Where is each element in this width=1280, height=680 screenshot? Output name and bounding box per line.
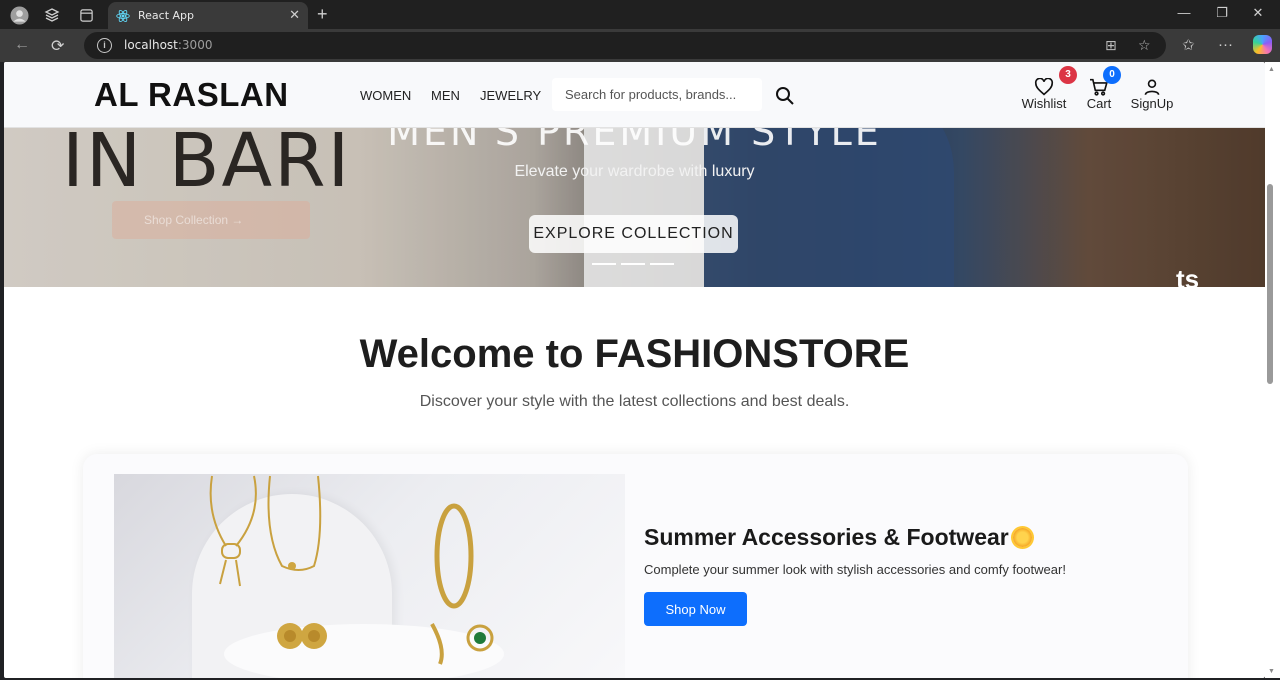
tab-react-app[interactable]: React App ✕: [108, 2, 308, 29]
favorite-star-icon[interactable]: ☆: [1138, 37, 1151, 54]
shop-now-button[interactable]: Shop Now: [644, 592, 747, 626]
search-icon[interactable]: [775, 86, 795, 106]
app-available-icon[interactable]: ⊞: [1105, 37, 1117, 54]
window-close-icon[interactable]: ✕: [1243, 5, 1273, 21]
reload-icon[interactable]: ⟳: [51, 36, 64, 56]
cart-label: Cart: [1086, 96, 1112, 111]
url-field[interactable]: i localhost:3000 ⊞ ☆: [84, 32, 1166, 59]
minimize-icon[interactable]: —: [1169, 5, 1199, 20]
favorites-icon[interactable]: ✩: [1182, 36, 1195, 54]
site-navbar: AL RASLAN WOMEN MEN JEWELRY Search for p…: [4, 62, 1265, 128]
page-viewport: IN BARI Shop Collection → MEN'S PREMIUM …: [4, 62, 1265, 678]
cart-count-badge: 0: [1103, 66, 1121, 84]
hero-background-button: Shop Collection →: [112, 201, 310, 239]
url-text: localhost:3000: [124, 38, 213, 52]
page-title: Welcome to FASHIONSTORE: [359, 332, 910, 376]
promo-description: Complete your summer look with stylish a…: [644, 562, 1066, 577]
user-icon: [1129, 72, 1175, 96]
site-info-icon[interactable]: i: [97, 38, 112, 53]
back-arrow-icon[interactable]: ←: [14, 36, 30, 54]
carousel-indicator-1[interactable]: [592, 263, 616, 265]
search-input[interactable]: Search for products, brands...: [552, 78, 762, 111]
promo-image: [114, 474, 625, 678]
browser-address-bar: ← ⟳ i localhost:3000 ⊞ ☆ ✩ ···: [0, 29, 1280, 62]
nav-item-jewelry[interactable]: JEWELRY: [480, 88, 541, 103]
react-icon: [116, 9, 130, 22]
scrollbar-thumb[interactable]: [1267, 184, 1273, 384]
wishlist-count-badge: 3: [1059, 66, 1077, 84]
signup-link[interactable]: SignUp: [1129, 72, 1175, 111]
wishlist-label: Wishlist: [1021, 96, 1067, 111]
maximize-icon[interactable]: ❐: [1207, 5, 1237, 21]
signup-label: SignUp: [1130, 96, 1174, 111]
explore-collection-button[interactable]: EXPLORE COLLECTION: [529, 215, 738, 253]
jewelry-illustration: [209, 475, 494, 665]
scroll-up-arrow-icon[interactable]: ▲: [1268, 66, 1275, 73]
hero-corner-mark: ts: [1176, 264, 1200, 287]
profile-icon[interactable]: [9, 5, 29, 25]
page-tagline: Discover your style with the latest coll…: [419, 393, 850, 410]
sun-icon: [1012, 528, 1032, 547]
nav-item-men[interactable]: MEN: [431, 88, 460, 103]
tab-actions-icon[interactable]: [76, 5, 96, 25]
brand-logo[interactable]: AL RASLAN: [94, 76, 289, 114]
carousel-indicator-3[interactable]: [650, 263, 674, 265]
new-tab-icon[interactable]: +: [317, 5, 328, 23]
more-options-icon[interactable]: ···: [1218, 36, 1233, 53]
workspaces-icon[interactable]: [42, 5, 62, 25]
tab-close-icon[interactable]: ✕: [289, 8, 300, 22]
browser-tab-bar: React App ✕ + — ❐ ✕: [0, 0, 1280, 29]
copilot-icon[interactable]: [1253, 35, 1272, 54]
hero-subheading: Elevate your wardrobe with luxury: [514, 163, 755, 180]
scroll-down-arrow-icon[interactable]: ▼: [1268, 668, 1275, 675]
nav-item-women[interactable]: WOMEN: [360, 88, 411, 103]
carousel-indicator-2[interactable]: [621, 263, 645, 265]
promo-title: Summer Accessories & Footwear: [644, 524, 1032, 551]
tab-title: React App: [138, 9, 195, 22]
